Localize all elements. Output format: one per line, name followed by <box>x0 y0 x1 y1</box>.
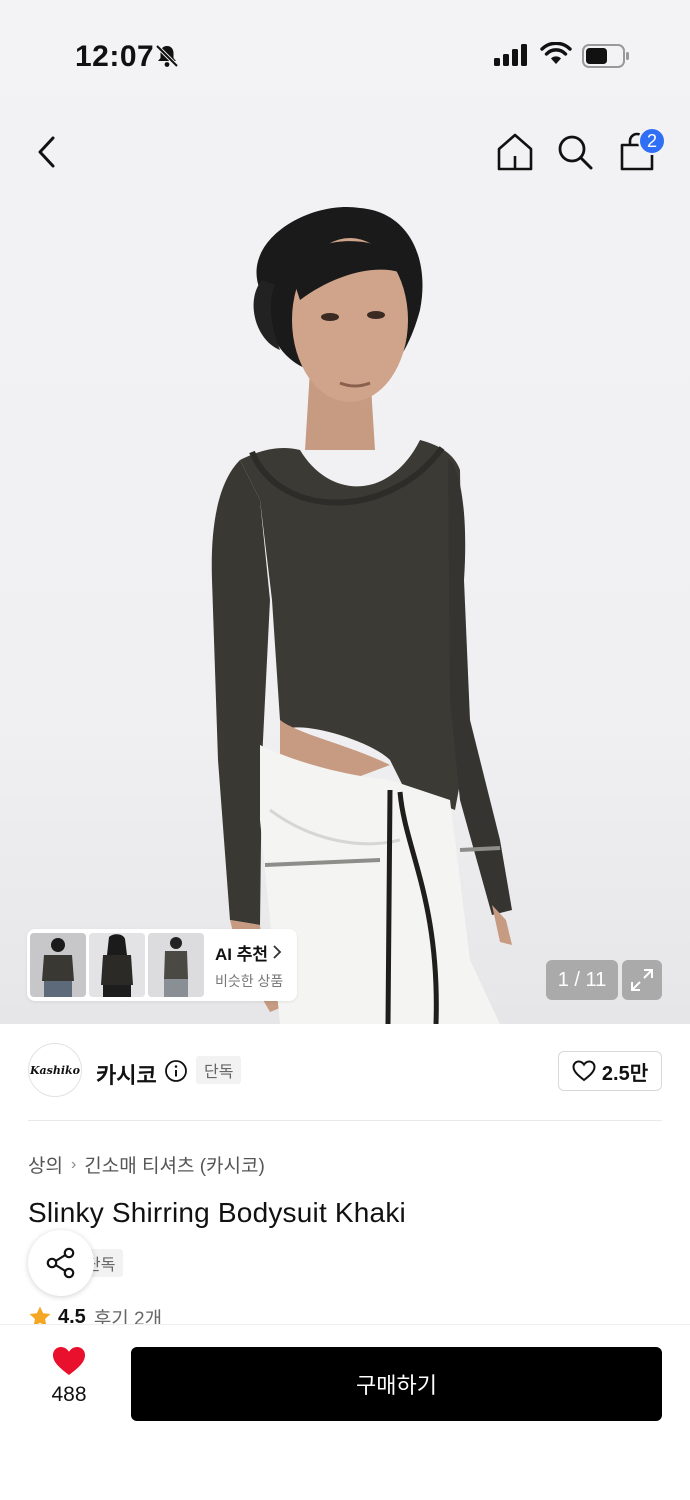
heart-filled-icon <box>53 1347 85 1375</box>
brand-name[interactable]: 카시코 <box>96 1058 157 1090</box>
back-button[interactable] <box>22 125 72 179</box>
bottom-action-bar: 488 구매하기 <box>0 1324 690 1500</box>
info-icon[interactable] <box>164 1059 188 1083</box>
heart-outline-icon <box>572 1060 596 1082</box>
product-photo[interactable] <box>200 200 530 1024</box>
product-gallery[interactable]: 12:07 2 AI 추천 비슷한 상품 1 / 11 <box>0 0 690 1024</box>
breadcrumb-category[interactable]: 상의 <box>28 1151 63 1178</box>
brand-row: Kashiko 카시코 단독 2.5만 <box>28 1043 662 1099</box>
buy-button[interactable]: 구매하기 <box>131 1347 662 1421</box>
exclusive-tag: 단독 <box>196 1056 242 1084</box>
breadcrumb-subcategory[interactable]: 긴소매 티셔츠 (카시코) <box>84 1151 265 1178</box>
product-title: Slinky Shirring Bodysuit Khaki <box>28 1197 406 1228</box>
ai-recommend-card[interactable]: AI 추천 비슷한 상품 <box>27 929 297 1001</box>
brand-logo[interactable]: Kashiko <box>28 1043 82 1097</box>
top-nav: 2 <box>0 125 690 181</box>
wifi-icon <box>540 42 572 64</box>
back-icon <box>38 136 55 168</box>
search-button[interactable] <box>550 125 600 179</box>
signal-icon <box>494 44 527 66</box>
similar-product-thumb[interactable] <box>89 933 145 997</box>
share-button[interactable] <box>28 1230 94 1296</box>
chevron-right-icon: › <box>70 1155 77 1173</box>
image-pager: 1 / 11 <box>546 960 618 1000</box>
ai-recommend-subtitle: 비슷한 상품 <box>215 972 284 989</box>
cart-button[interactable]: 2 <box>612 125 666 179</box>
status-bar: 12:07 <box>0 0 690 110</box>
like-button[interactable]: 488 <box>30 1345 108 1425</box>
divider <box>28 1120 662 1121</box>
share-icon <box>46 1247 75 1279</box>
ai-recommend-title: AI 추천 <box>215 940 283 965</box>
similar-product-thumb[interactable] <box>30 933 86 997</box>
similar-product-thumb[interactable] <box>148 933 204 997</box>
battery-icon <box>582 44 629 68</box>
expand-button[interactable] <box>622 960 662 1000</box>
home-button[interactable] <box>490 125 540 179</box>
status-time: 12:07 <box>75 40 155 73</box>
breadcrumb: 상의 › 긴소매 티셔츠 (카시코) <box>28 1151 265 1178</box>
cart-count-badge: 2 <box>638 127 666 155</box>
home-icon <box>497 133 533 171</box>
chevron-right-icon <box>273 945 282 959</box>
like-count: 488 <box>51 1383 87 1406</box>
brand-like-button[interactable]: 2.5만 <box>558 1051 662 1091</box>
brand-like-count: 2.5만 <box>601 1062 649 1085</box>
expand-icon <box>631 969 653 991</box>
search-icon <box>558 135 593 170</box>
bell-off-icon <box>155 44 179 68</box>
